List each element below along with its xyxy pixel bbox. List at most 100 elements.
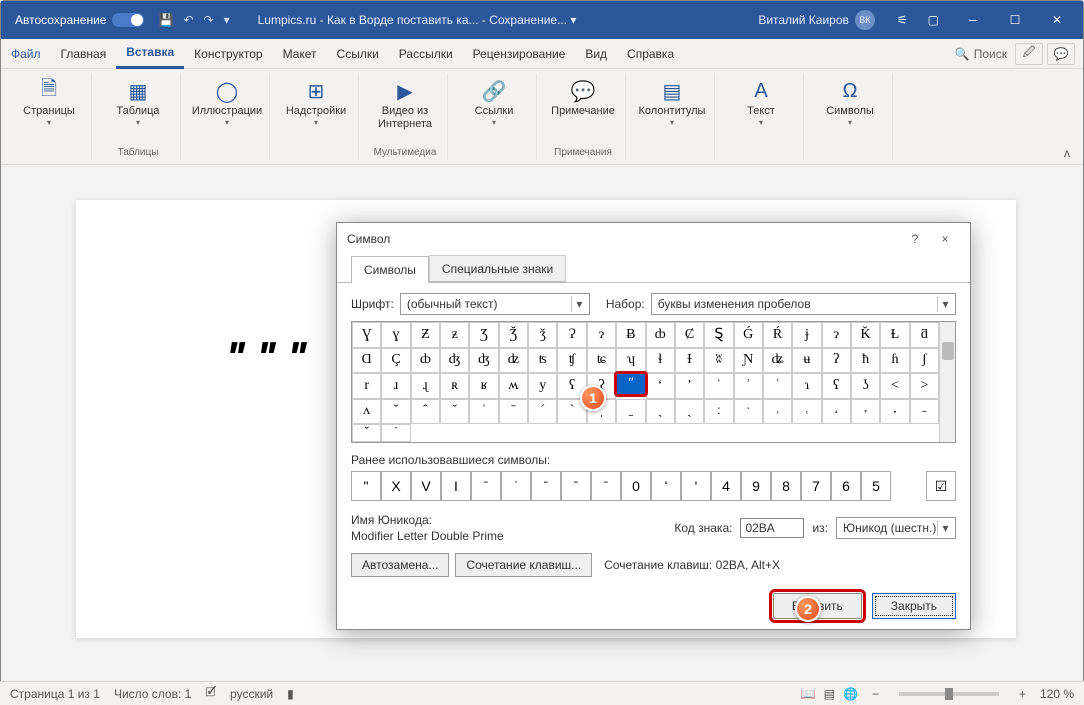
symbol-cell[interactable]: ˔ — [822, 399, 851, 425]
symbol-cell[interactable]: ƶ — [440, 322, 469, 348]
symbol-cell[interactable]: ʮ — [616, 348, 645, 374]
online-video-button[interactable]: ▶Видео из Интернета — [369, 73, 441, 135]
minimize-button[interactable]: ─ — [953, 6, 993, 34]
zoom-in-icon[interactable]: + — [1019, 687, 1026, 701]
status-page[interactable]: Страница 1 из 1 — [10, 687, 100, 701]
tab-symbols[interactable]: Символы — [351, 256, 429, 283]
user-account[interactable]: Виталий Каиров ВК — [758, 10, 875, 30]
dialog-close-button[interactable]: × — [930, 232, 960, 246]
tab-references[interactable]: Ссылки — [327, 39, 389, 69]
from-select[interactable]: Юникод (шестн.)▾ — [836, 517, 956, 539]
spellcheck-icon[interactable]: 🗹 — [205, 683, 216, 704]
recent-symbol[interactable]: ˈ — [501, 471, 531, 501]
symbol-cell[interactable]: ʦ — [528, 348, 557, 374]
symbol-cell[interactable]: ː — [704, 399, 733, 425]
symbol-cell[interactable]: ɻ — [411, 373, 440, 399]
symbol-cell[interactable]: ƌ — [910, 322, 939, 348]
symbol-cell[interactable]: r — [352, 373, 381, 399]
zoom-out-icon[interactable]: − — [872, 687, 879, 701]
illustrations-button[interactable]: ◯Иллюстрации▾ — [191, 73, 263, 131]
recent-symbol[interactable]: 6 — [831, 471, 861, 501]
search-box[interactable]: 🔍 Поиск — [947, 47, 1015, 61]
tab-special-chars[interactable]: Специальные знаки — [429, 255, 566, 282]
recent-symbol[interactable]: I — [441, 471, 471, 501]
symbol-cell[interactable]: ˓ — [792, 399, 821, 425]
recent-symbol[interactable]: ʺ — [351, 471, 381, 501]
symbol-cell[interactable]: ˑ — [734, 399, 763, 425]
autocorrect-button[interactable]: Автозамена... — [351, 553, 449, 577]
tab-help[interactable]: Справка — [617, 39, 684, 69]
display-options-icon[interactable]: ▢ — [928, 13, 939, 27]
recent-symbol[interactable]: 9 — [741, 471, 771, 501]
symbol-cell[interactable]: Ʒ — [469, 322, 498, 348]
print-layout-icon[interactable]: ▤ — [824, 687, 835, 701]
symbol-cell[interactable]: ʨ — [587, 348, 616, 374]
symbol-cell[interactable]: Ƀ — [616, 322, 645, 348]
symbol-cell[interactable]: Ɑ — [352, 348, 381, 374]
symbol-cell[interactable]: ɦ — [880, 348, 909, 374]
symbol-cell[interactable]: Ǩ — [851, 322, 880, 348]
recent-symbol[interactable]: 0 — [621, 471, 651, 501]
symbol-cell[interactable]: ʿ — [763, 373, 792, 399]
symbol-cell[interactable]: ɣ — [381, 322, 410, 348]
undo-icon[interactable]: ↶ — [183, 13, 193, 27]
recent-symbol[interactable]: ˉ — [531, 471, 561, 501]
close-button[interactable]: ✕ — [1037, 6, 1077, 34]
symbol-cell[interactable]: ǯ — [528, 322, 557, 348]
symbol-cell[interactable]: ˕ — [851, 399, 880, 425]
symbol-cell[interactable]: ɂ — [822, 322, 851, 348]
symbol-cell[interactable]: ȸ — [646, 322, 675, 348]
symbol-cell[interactable]: ħ — [851, 348, 880, 374]
tab-design[interactable]: Конструктор — [184, 39, 272, 69]
symbol-cell[interactable]: Ɂ — [557, 322, 586, 348]
tab-review[interactable]: Рецензирование — [463, 39, 576, 69]
toggle-switch[interactable] — [112, 13, 144, 27]
links-button[interactable]: 🔗Ссылки▾ — [458, 73, 530, 131]
collapse-ribbon-icon[interactable]: ʌ — [1059, 146, 1075, 160]
symbol-cell[interactable]: ɹ — [381, 373, 410, 399]
symbol-cell[interactable]: Ɫ — [880, 322, 909, 348]
font-select[interactable]: (обычный текст)▾ — [400, 293, 590, 315]
tab-mailings[interactable]: Рассылки — [389, 39, 463, 69]
save-icon[interactable]: 💾 — [158, 13, 173, 27]
share-button[interactable]: 🖉 — [1015, 43, 1043, 65]
recent-symbol[interactable]: ☑ — [926, 471, 956, 501]
symbol-cell[interactable]: ʌ — [352, 399, 381, 425]
symbol-cell[interactable]: ʬ — [704, 348, 733, 374]
symbol-cell[interactable]: ɂ — [587, 322, 616, 348]
symbol-cell[interactable]: ˎ — [646, 399, 675, 425]
comments-button[interactable]: 💬 — [1047, 43, 1075, 65]
symbol-cell[interactable]: ˘ — [352, 424, 381, 442]
symbol-cell[interactable]: ʣ — [499, 348, 528, 374]
symbol-cell[interactable]: > — [910, 373, 939, 399]
table-button[interactable]: ▦Таблица▾ — [102, 73, 174, 131]
dialog-help-button[interactable]: ? — [900, 232, 930, 246]
symbol-cell[interactable]: Ɣ — [352, 322, 381, 348]
recent-symbol[interactable]: ˉ — [591, 471, 621, 501]
symbol-cell[interactable]: y — [528, 373, 557, 399]
symbol-cell[interactable]: ˈ — [704, 373, 733, 399]
symbol-cell[interactable]: ˇ — [440, 399, 469, 425]
symbol-cell[interactable]: ˒ — [763, 399, 792, 425]
tab-layout[interactable]: Макет — [273, 39, 327, 69]
symbol-cell[interactable]: ʖ — [851, 373, 880, 399]
recent-symbol[interactable]: 5 — [861, 471, 891, 501]
tab-file[interactable]: Файл — [1, 39, 51, 69]
tab-home[interactable]: Главная — [51, 39, 117, 69]
symbol-cell[interactable]: ɿ — [792, 373, 821, 399]
symbol-cell[interactable]: ʻ — [646, 373, 675, 399]
symbol-cell[interactable]: ɉ — [792, 322, 821, 348]
symbol-cell[interactable]: ʧ — [557, 348, 586, 374]
symbol-cell[interactable]: ʃ — [910, 348, 939, 374]
close-dialog-button[interactable]: Закрыть — [872, 593, 956, 619]
macro-icon[interactable]: ▮ — [287, 687, 294, 701]
symbol-cell[interactable]: Ŕ — [763, 322, 792, 348]
scrollbar-thumb[interactable] — [942, 342, 954, 360]
maximize-button[interactable]: ☐ — [995, 6, 1035, 34]
simplify-ribbon-icon[interactable]: ⚟ — [897, 13, 908, 27]
symbol-cell[interactable]: ˊ — [528, 399, 557, 425]
symbol-cell[interactable]: ʁ — [469, 373, 498, 399]
symbol-cell[interactable]: Ç — [381, 348, 410, 374]
symbol-cell[interactable]: ˗ — [910, 399, 939, 425]
comment-button[interactable]: 💬Примечание — [547, 73, 619, 122]
